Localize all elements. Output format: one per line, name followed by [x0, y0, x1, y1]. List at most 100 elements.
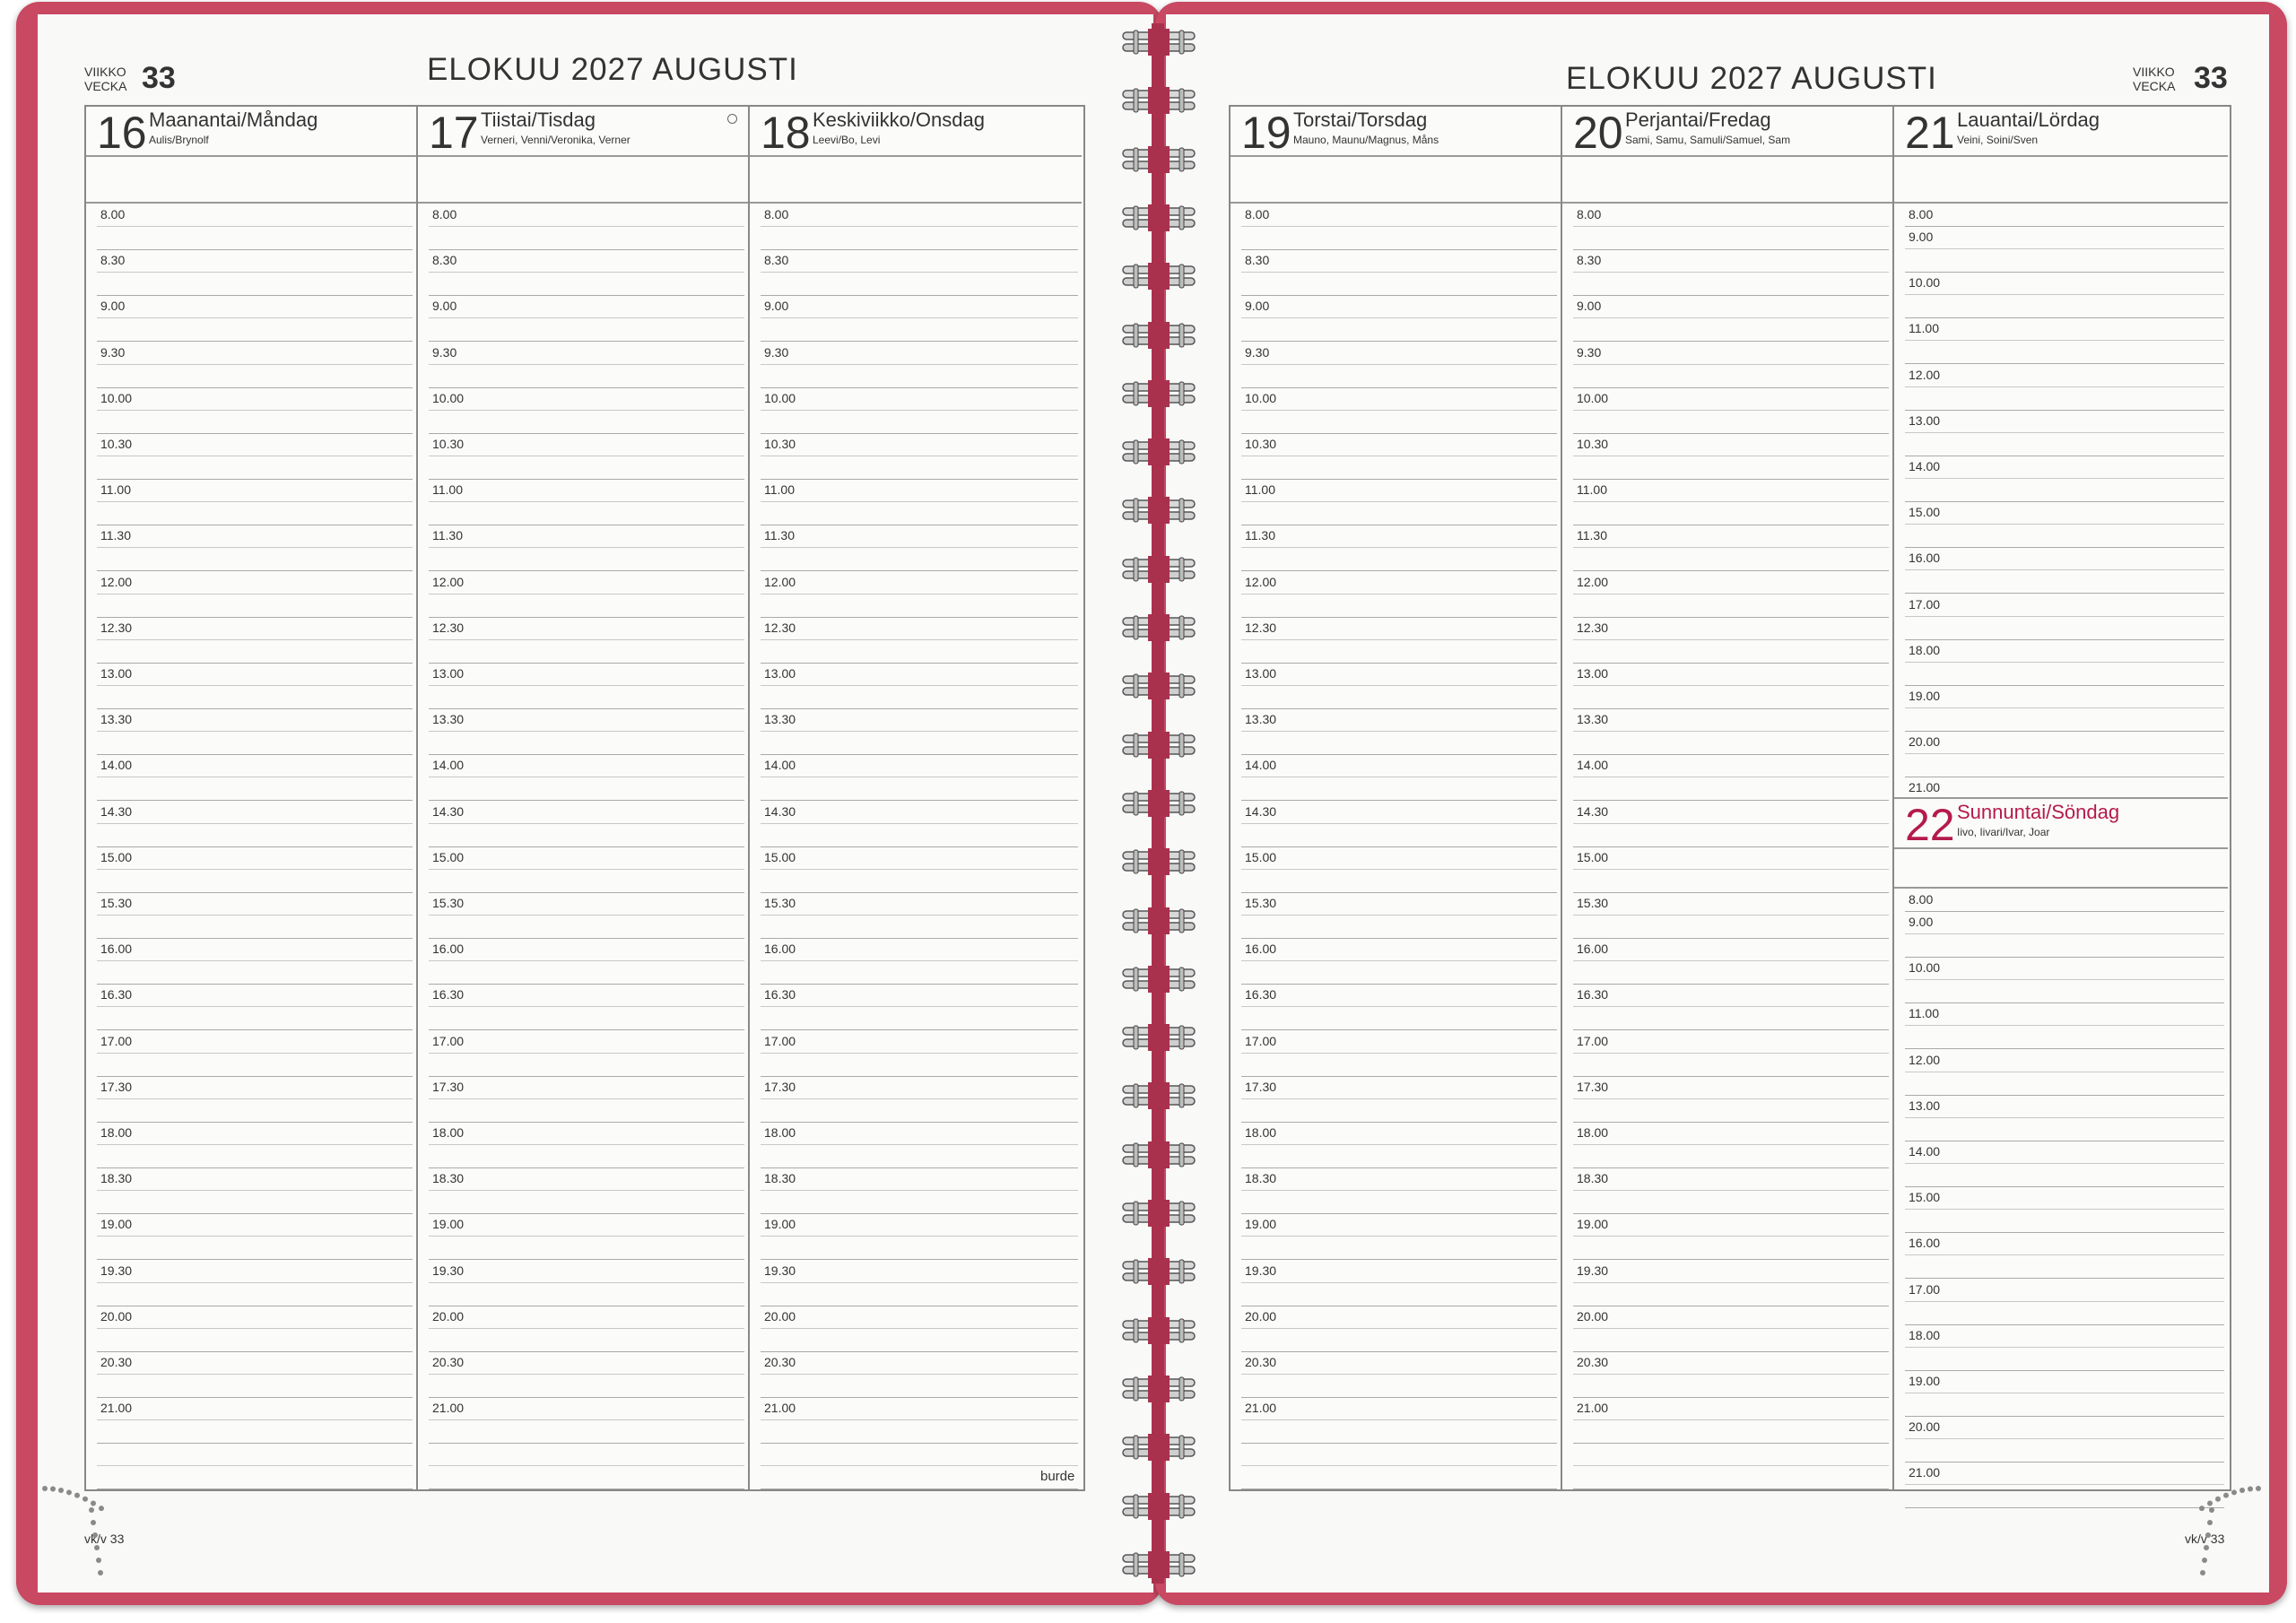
day-header: 17 Tiistai/Tisdag Verneri, Venni/Veronika,… — [418, 107, 748, 157]
time-label: 21.00 — [432, 1401, 465, 1416]
half-rule — [1573, 1006, 1889, 1008]
time-slot: 9.00 — [1241, 295, 1557, 343]
time-label: 10.30 — [100, 437, 133, 451]
half-rule — [97, 731, 413, 733]
half-rule — [429, 363, 744, 365]
time-label: 14.30 — [1577, 803, 1609, 819]
time-slot: 12.00 — [429, 571, 744, 618]
time-slot: 12.00 — [1905, 1049, 2224, 1096]
perforation-dot — [42, 1486, 48, 1491]
time-slot: 20.00 — [761, 1306, 1078, 1352]
time-slot: 14.30 — [429, 801, 744, 847]
perforation-dot — [2256, 1486, 2261, 1491]
time-slot: 8.00 — [1905, 204, 2224, 227]
time-label: 10.00 — [432, 390, 465, 405]
time-label: 17.00 — [764, 1033, 796, 1048]
perforation-dot — [99, 1506, 104, 1512]
half-rule — [1573, 685, 1889, 686]
time-label: 9.00 — [1909, 230, 1934, 244]
spiral-ring — [1121, 379, 1196, 407]
time-slot: 8.30 — [761, 249, 1078, 297]
half-rule — [761, 409, 1078, 411]
half-rule — [761, 363, 1078, 365]
time-slot: 18.00 — [1905, 639, 2224, 686]
time-slot-extra — [1573, 1443, 1889, 1490]
time-label: 9.00 — [1245, 299, 1270, 314]
half-rule — [97, 685, 413, 686]
half-rule — [1573, 226, 1889, 227]
time-slot: 17.30 — [761, 1076, 1078, 1123]
time-label: 20.00 — [764, 1308, 796, 1324]
time-slot: 14.00 — [429, 754, 744, 802]
spiral-ring — [1121, 848, 1196, 876]
half-rule — [1905, 431, 2224, 433]
time-slot: 16.30 — [761, 984, 1078, 1031]
time-slot: 11.30 — [761, 525, 1078, 572]
time-label: 20.30 — [1577, 1355, 1609, 1369]
spiral-ring — [1121, 29, 1196, 56]
time-slot: 12.00 — [761, 571, 1078, 618]
time-label: 21.00 — [1245, 1401, 1277, 1416]
time-label: 19.30 — [764, 1263, 796, 1278]
time-label: 16.30 — [100, 987, 133, 1002]
time-label: 10.30 — [1577, 437, 1609, 451]
time-label: 13.00 — [764, 666, 796, 681]
time-label: 18.30 — [764, 1171, 796, 1186]
spiral-ring — [1121, 1316, 1196, 1344]
time-label: 19.00 — [1909, 1374, 1941, 1388]
time-slot: 19.30 — [1241, 1260, 1557, 1306]
half-rule — [761, 1465, 1078, 1467]
half-rule — [97, 915, 413, 916]
half-rule — [1573, 1098, 1889, 1099]
time-slot: 12.30 — [97, 617, 413, 664]
half-rule — [1241, 1374, 1557, 1375]
time-label: 15.00 — [100, 849, 133, 864]
time-slot: 8.30 — [1241, 249, 1557, 297]
time-slot: 19.30 — [761, 1260, 1078, 1306]
half-rule — [761, 226, 1078, 227]
time-label: 15.30 — [1245, 896, 1277, 910]
half-rule — [97, 409, 413, 411]
time-slot: 13.30 — [97, 708, 413, 756]
time-label: 9.00 — [432, 299, 457, 314]
half-rule — [1905, 1116, 2224, 1118]
time-label: 15.00 — [1909, 1190, 1941, 1205]
time-label: 17.00 — [100, 1033, 133, 1048]
time-label: 17.00 — [1909, 1281, 1941, 1297]
half-rule — [761, 547, 1078, 549]
time-label: 16.00 — [100, 942, 133, 957]
time-slot: 12.00 — [1241, 571, 1557, 618]
time-label: 20.00 — [100, 1308, 133, 1324]
time-label: 17.00 — [432, 1033, 465, 1048]
time-slot: 21.00 — [1241, 1397, 1557, 1445]
day-header: 19 Torstai/Torsdag Mauno, Maunu/Magnus, Må… — [1231, 107, 1561, 157]
time-label: 15.30 — [1577, 896, 1609, 910]
day-column: 18 Keskiviikko/Onsdag Leevi/Bo, Levi 8.00 8.… — [750, 107, 1082, 1490]
spiral-ring — [1121, 614, 1196, 641]
time-slot: 19.30 — [1573, 1260, 1889, 1306]
time-slot: 15.00 — [1241, 846, 1557, 893]
day-number: 18 — [761, 108, 811, 158]
time-slot: 11.00 — [1573, 479, 1889, 526]
half-rule — [1573, 272, 1889, 273]
time-label: 11.30 — [764, 528, 795, 543]
day-number: 17 — [429, 108, 479, 158]
spiral-binding — [1121, 23, 1196, 1584]
half-rule — [1241, 409, 1557, 411]
time-slot: 21.00 — [429, 1397, 744, 1445]
time-label: 17.00 — [1577, 1033, 1609, 1048]
time-slot: 10.00 — [1905, 957, 2224, 1004]
half-rule — [1241, 638, 1557, 640]
perforation-dot — [83, 1496, 88, 1502]
time-label: 16.30 — [1577, 987, 1609, 1002]
time-label: 14.00 — [764, 758, 796, 773]
half-rule — [1241, 685, 1557, 686]
time-label: 14.00 — [1909, 459, 1941, 473]
time-slot: 14.00 — [1241, 754, 1557, 802]
half-rule — [97, 1006, 413, 1008]
notes-area — [418, 157, 748, 204]
time-label: 13.00 — [1245, 666, 1277, 681]
time-label: 12.30 — [1245, 620, 1277, 635]
half-rule — [429, 593, 744, 595]
week-label-line-2: VECKA — [84, 79, 127, 93]
